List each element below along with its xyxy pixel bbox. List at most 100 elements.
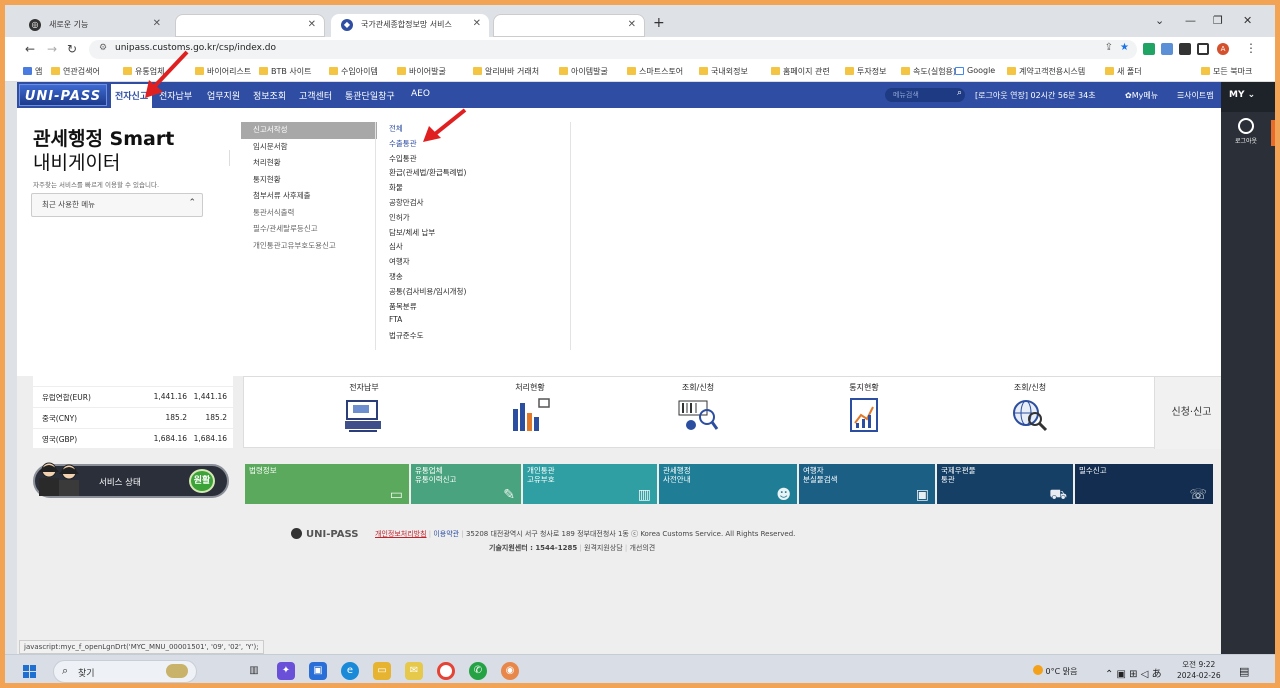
sidebar-tab-handle[interactable]: [1271, 120, 1275, 146]
quick-lookup-apply[interactable]: 조회/신청: [628, 377, 768, 433]
unipass-logo[interactable]: UNI-PASS: [19, 84, 107, 106]
bookmark-item[interactable]: 스마트스토어: [627, 66, 683, 77]
close-icon[interactable]: ✕: [628, 19, 636, 30]
restore-icon[interactable]: ❐: [1213, 14, 1223, 27]
service-tile[interactable]: 밀수신고 ☏: [1075, 464, 1213, 504]
level1-menu-item[interactable]: 임시문서함: [241, 139, 377, 156]
extension-green-icon[interactable]: [1143, 43, 1155, 55]
sidepanel-icon[interactable]: [1197, 43, 1209, 55]
level2-menu-item[interactable]: 품목분류: [389, 300, 569, 315]
tab-new-features[interactable]: ◎ 새로운 기능 ✕: [19, 14, 169, 37]
level2-menu-item[interactable]: 법규준수도: [389, 329, 569, 344]
windows-start-icon[interactable]: [23, 665, 36, 678]
bookmark-item[interactable]: Google: [955, 66, 995, 75]
level2-menu-item[interactable]: 쟁송: [389, 270, 569, 285]
whatsapp-icon[interactable]: ✆: [469, 662, 487, 680]
improvement-link[interactable]: 개선의견: [629, 544, 655, 552]
level1-menu-item[interactable]: 필수/관세탈루등신고: [241, 221, 377, 238]
kebab-menu-icon[interactable]: ⋮: [1245, 41, 1257, 55]
level2-menu-item[interactable]: 공통(검사비용/임시개청): [389, 285, 569, 300]
bookmark-item[interactable]: 새 폴더: [1105, 66, 1142, 77]
close-window-icon[interactable]: ✕: [1243, 14, 1252, 27]
bookmark-item[interactable]: BTB 사이트: [259, 66, 312, 77]
gnb-work-support[interactable]: 업무지원: [207, 89, 240, 102]
service-tile[interactable]: 법령정보 ▭: [245, 464, 409, 504]
level2-menu-item[interactable]: 담보/체세 납부: [389, 226, 569, 241]
level1-menu-item[interactable]: 신고서작성: [241, 122, 377, 139]
remote-support-link[interactable]: 원격지원상담: [584, 544, 623, 552]
taskbar-search[interactable]: ⌕ 찾기: [53, 660, 197, 683]
task-view-icon[interactable]: ▥: [245, 662, 263, 680]
bookmark-item[interactable]: 앱: [23, 66, 42, 77]
system-clock[interactable]: 오전 9:22 2024-02-26: [1177, 659, 1221, 681]
quick-notice-status[interactable]: 통지현황: [794, 377, 934, 433]
weather-widget[interactable]: 0°C 맑음: [1033, 665, 1078, 677]
bookmark-item[interactable]: 수입아이템: [329, 66, 378, 77]
search-icon[interactable]: ⌕: [957, 88, 962, 98]
puzzle-icon[interactable]: [1179, 43, 1191, 55]
level1-menu-item[interactable]: 통관서식출력: [241, 205, 377, 222]
quick-processing-status[interactable]: 처리현황: [460, 377, 600, 433]
level1-menu-item[interactable]: 통지현황: [241, 172, 377, 189]
tab-unipass[interactable]: ◆ 국가관세종합정보망 서비스 ✕: [331, 14, 489, 37]
level2-menu-item[interactable]: FTA: [389, 314, 569, 329]
quick-global-lookup[interactable]: 조회/신청: [960, 377, 1100, 433]
url-field[interactable]: ⚙ unipass.customs.go.kr/csp/index.do ⇪ ★: [89, 40, 1137, 59]
my-toggle[interactable]: MY ⌄: [1221, 82, 1275, 112]
level1-menu-item[interactable]: 첨부서류 사후제출: [241, 188, 377, 205]
bookmark-item[interactable]: 투자정보: [845, 66, 886, 77]
bookmark-item[interactable]: 계약고객전용시스템: [1007, 66, 1085, 77]
gnb-info-lookup[interactable]: 정보조회: [253, 89, 286, 102]
new-tab-icon[interactable]: +: [653, 15, 665, 31]
close-icon[interactable]: ✕: [308, 19, 316, 30]
terms-link[interactable]: 이용약관: [433, 530, 459, 538]
minimize-icon[interactable]: —: [1185, 14, 1196, 27]
store-icon[interactable]: ▣: [309, 662, 327, 680]
reload-icon[interactable]: ↻: [67, 42, 77, 56]
service-tile[interactable]: 여행자 분실물검색 ▣: [799, 464, 935, 504]
bookmark-item[interactable]: 속도(실험용): [901, 66, 956, 77]
level2-menu-item[interactable]: 공항만검사: [389, 196, 569, 211]
profile-avatar[interactable]: A: [1217, 43, 1229, 55]
share-icon[interactable]: ⇪: [1105, 42, 1113, 53]
service-tile[interactable]: 국제우편물 통관 ⛟: [937, 464, 1073, 504]
bookmark-item[interactable]: 국내외정보: [699, 66, 748, 77]
gnb-customer-center[interactable]: 고객센터: [299, 89, 332, 102]
copilot-icon[interactable]: ✦: [277, 662, 295, 680]
level2-menu-item[interactable]: 화물: [389, 181, 569, 196]
forward-icon[interactable]: →: [47, 42, 57, 56]
level2-menu-item[interactable]: 환급(관세법/환급특례법): [389, 166, 569, 181]
level2-menu-item[interactable]: 인허가: [389, 211, 569, 226]
sidebar-logout-button[interactable]: 로그아웃: [1229, 118, 1263, 145]
level2-menu-item[interactable]: 심사: [389, 240, 569, 255]
bookmark-item[interactable]: 바이어발굴: [397, 66, 446, 77]
service-tile[interactable]: 관세행정 사전안내 ☻: [659, 464, 797, 504]
logout-extend-timer[interactable]: [로그아웃 연장] 02시간 56분 34초: [975, 90, 1096, 101]
service-tile[interactable]: 개인통관 고유부호 ▥: [523, 464, 657, 504]
chrome-taskbar-icon[interactable]: [437, 662, 455, 680]
app-icon[interactable]: ✉: [405, 662, 423, 680]
edge-icon[interactable]: e: [341, 662, 359, 680]
menu-search-input[interactable]: 메뉴검색 ⌕: [885, 88, 965, 102]
service-tile[interactable]: 유통업체 유통이력신고 ✎: [411, 464, 521, 504]
back-icon[interactable]: ←: [25, 42, 35, 56]
gnb-single-window[interactable]: 통관단일창구: [345, 89, 395, 102]
apply-report-button[interactable]: 신청·신고: [1154, 377, 1228, 449]
file-explorer-icon[interactable]: ▭: [373, 662, 391, 680]
level2-menu-item[interactable]: 수입통관: [389, 152, 569, 167]
chevron-down-icon[interactable]: ⌄: [1155, 14, 1164, 27]
sitemap-link[interactable]: ☰사이트맵: [1177, 90, 1214, 101]
bookmark-item[interactable]: 바이어리스트: [195, 66, 251, 77]
notification-icon[interactable]: ▤: [1239, 665, 1249, 678]
level2-menu-item[interactable]: 전체: [389, 122, 569, 137]
star-icon[interactable]: ★: [1120, 42, 1129, 53]
level1-menu-item[interactable]: 처리현황: [241, 155, 377, 172]
quick-e-payment[interactable]: 전자납부: [294, 377, 434, 433]
gnb-aeo[interactable]: AEO: [411, 89, 430, 99]
recent-menu-dropdown[interactable]: 최근 사용한 메뉴 ⌃: [31, 193, 203, 217]
bookmark-item[interactable]: 연관검색어: [51, 66, 100, 77]
level2-menu-item[interactable]: 수출통관: [389, 137, 569, 152]
close-icon[interactable]: ✕: [473, 18, 481, 29]
bookmark-item[interactable]: 알리바바 거래처: [473, 66, 539, 77]
tab-blank-1[interactable]: ✕: [175, 14, 325, 37]
